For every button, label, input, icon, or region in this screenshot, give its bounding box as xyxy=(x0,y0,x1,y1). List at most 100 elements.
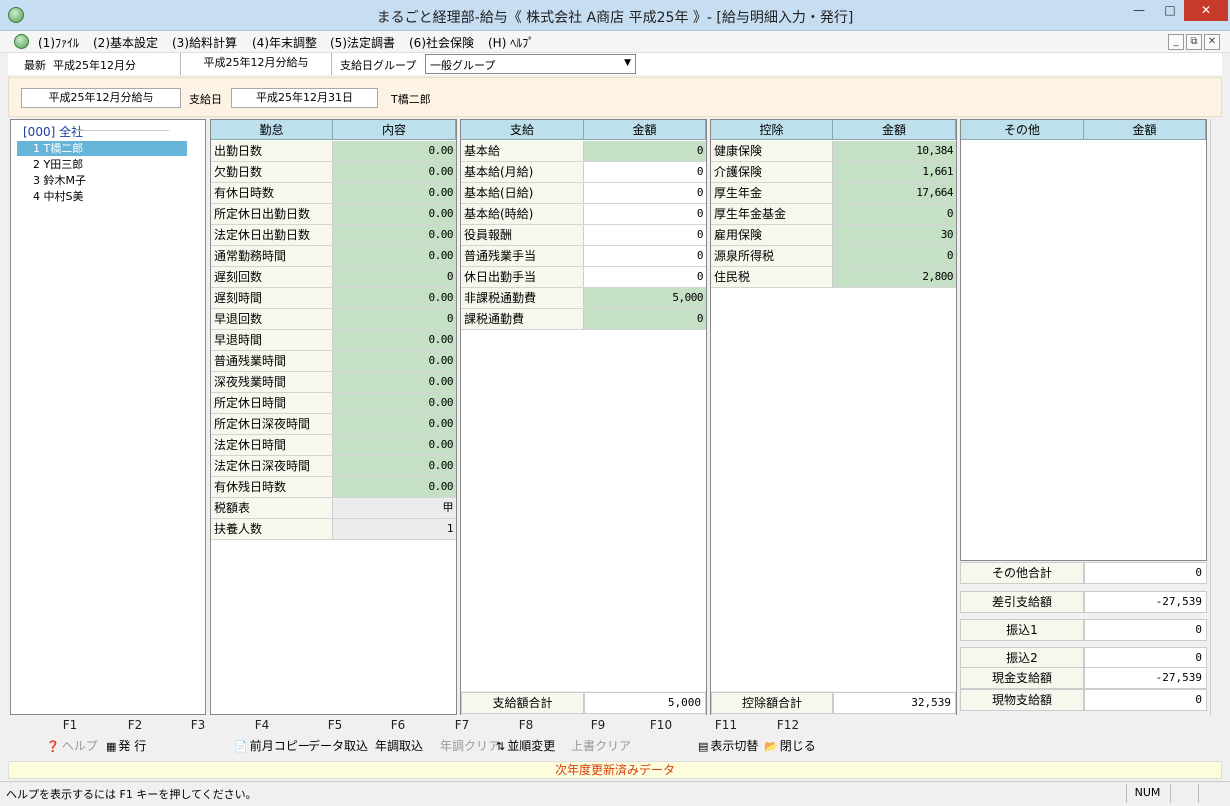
deduction-row: 健康保険 10,384 xyxy=(711,141,956,162)
attendance-label: 税額表 xyxy=(211,498,333,518)
close-button[interactable]: 📂 閉じる xyxy=(764,737,816,754)
attendance-value[interactable]: 0.00 xyxy=(333,246,456,266)
deduction-value[interactable]: 1,661 xyxy=(833,162,956,182)
payment-value[interactable]: 0 xyxy=(584,246,706,266)
close-icon[interactable]: ✕ xyxy=(1184,0,1228,21)
update-notice: 次年度更新済みデータ xyxy=(8,761,1222,779)
data-import-button[interactable]: データ取込 xyxy=(308,737,368,754)
payment-value[interactable]: 5,000 xyxy=(584,288,706,308)
attendance-value[interactable]: 0.00 xyxy=(333,477,456,497)
issue-button[interactable]: ▦ 発 行 xyxy=(106,737,146,754)
other-header: その他 xyxy=(961,120,1084,140)
tree-item-3[interactable]: 3 鈴木M子 xyxy=(17,173,86,188)
payment-total-label: 支給額合計 xyxy=(461,692,584,714)
attendance-row: 普通残業時間 0.00 xyxy=(211,351,456,372)
tree-item-2[interactable]: 2 Y田三郎 xyxy=(17,157,83,172)
function-key-bar: F1 F2 F3 F4 F5 F6 F7 F8 F9 F10 F11 F12 ❓ ヘルプ ▦ 発 行 📄 前月コピ… xyxy=(8,716,1222,758)
deduction-value[interactable]: 30 xyxy=(833,225,956,245)
attendance-value[interactable]: 0 xyxy=(333,267,456,287)
minimize-icon[interactable]: — xyxy=(1122,0,1156,21)
prev-copy-label: 前月コピー xyxy=(249,739,310,753)
menu-salary-calc[interactable]: (3)給料計算 xyxy=(172,34,237,51)
payment-label: 基本給 xyxy=(461,141,584,161)
attendance-value[interactable]: 0.00 xyxy=(333,141,456,161)
toggle-display-button[interactable]: ▤ 表示切替 xyxy=(698,737,758,754)
group-select[interactable]: 一般グループ ▼ xyxy=(425,54,636,74)
payment-value[interactable]: 0 xyxy=(584,225,706,245)
attendance-label: 扶養人数 xyxy=(211,519,333,539)
overwrite-clear-button[interactable]: 上書クリア xyxy=(571,737,631,754)
deduction-value[interactable]: 17,664 xyxy=(833,183,956,203)
payment-value[interactable]: 0 xyxy=(584,162,706,182)
menu-help[interactable]: (H) ﾍﾙﾌﾟ xyxy=(488,34,534,51)
attendance-value[interactable]: 0.00 xyxy=(333,204,456,224)
attendance-value[interactable]: 1 xyxy=(333,519,456,539)
payment-total-value: 5,000 xyxy=(584,692,706,714)
group-label: 支給日グループ xyxy=(340,59,417,72)
doc-app-icon[interactable] xyxy=(14,34,29,49)
attendance-value[interactable]: 甲 xyxy=(333,498,456,518)
other-summary: その他合計 0 差引支給額 -27,539 振込1 0 振込2 0 現金支給額 -27,539 現物… xyxy=(960,562,1207,714)
menu-legal-docs[interactable]: (5)法定調書 xyxy=(330,34,395,51)
payment-value[interactable]: 0 xyxy=(584,183,706,203)
mdi-minimize-icon[interactable]: _ xyxy=(1168,34,1184,50)
help-button[interactable]: ❓ ヘルプ xyxy=(46,737,98,754)
other-summary-value: -27,539 xyxy=(1084,667,1207,689)
attendance-label: 早退時間 xyxy=(211,330,333,350)
deduction-row: 厚生年金基金 0 xyxy=(711,204,956,225)
payment-value[interactable]: 0 xyxy=(584,267,706,287)
payment-value[interactable]: 0 xyxy=(584,309,706,329)
deduction-value[interactable]: 0 xyxy=(833,246,956,266)
payment-value[interactable]: 0 xyxy=(584,141,706,161)
attendance-value[interactable]: 0.00 xyxy=(333,456,456,476)
prev-copy-button[interactable]: 📄 前月コピー xyxy=(234,737,310,754)
attendance-value[interactable]: 0 xyxy=(333,309,456,329)
attendance-row: 出勤日数 0.00 xyxy=(211,141,456,162)
attendance-value[interactable]: 0.00 xyxy=(333,393,456,413)
attendance-row: 所定休日出勤日数 0.00 xyxy=(211,204,456,225)
fkey-f2: F2 xyxy=(127,718,143,732)
payment-label: 基本給(月給) xyxy=(461,162,584,182)
deduction-value[interactable]: 0 xyxy=(833,204,956,224)
fkey-f5: F5 xyxy=(327,718,343,732)
data-import-label: データ取込 xyxy=(308,739,369,753)
deduction-value[interactable]: 2,800 xyxy=(833,267,956,287)
deduction-value[interactable]: 10,384 xyxy=(833,141,956,161)
attendance-value[interactable]: 0.00 xyxy=(333,183,456,203)
deduction-label: 住民税 xyxy=(711,267,833,287)
year-import-button[interactable]: 年調取込 xyxy=(375,737,423,754)
attendance-value[interactable]: 0.00 xyxy=(333,435,456,455)
help-icon: ❓ xyxy=(46,740,60,753)
tree-root[interactable]: [000] 全社 xyxy=(23,123,83,140)
year-clear-button[interactable]: 年調クリア xyxy=(440,737,500,754)
reorder-button[interactable]: ⇅ 並順変更 xyxy=(496,737,555,754)
payment-row: 役員報酬 0 xyxy=(461,225,706,246)
tree-item-1[interactable]: 1 T橋二郎 xyxy=(17,141,187,156)
attendance-value[interactable]: 0.00 xyxy=(333,372,456,392)
menu-file[interactable]: (1)ﾌｧｲﾙ xyxy=(38,34,79,51)
attendance-value[interactable]: 0.00 xyxy=(333,162,456,182)
menu-social-insurance[interactable]: (6)社会保険 xyxy=(409,34,474,51)
slip-header-panel: 平成25年12月分給与 支給日 平成25年12月31日 T橋二郎 xyxy=(8,77,1222,117)
menu-basic-settings[interactable]: (2)基本設定 xyxy=(93,34,158,51)
payment-total-row: 支給額合計 5,000 xyxy=(461,691,706,715)
mdi-close-icon[interactable]: ✕ xyxy=(1204,34,1220,50)
other-summary-label: 振込2 xyxy=(960,647,1084,669)
mdi-restore-icon[interactable]: ⧉ xyxy=(1186,34,1202,50)
deduction-total-value: 32,539 xyxy=(833,692,956,714)
attendance-label: 法定休日出勤日数 xyxy=(211,225,333,245)
payment-value[interactable]: 0 xyxy=(584,204,706,224)
maximize-icon[interactable]: □ xyxy=(1156,0,1184,21)
attendance-row: 深夜残業時間 0.00 xyxy=(211,372,456,393)
scrollbar[interactable] xyxy=(1210,119,1222,715)
display-toggle-icon: ▤ xyxy=(698,740,709,753)
attendance-value[interactable]: 0.00 xyxy=(333,225,456,245)
attendance-value[interactable]: 0.00 xyxy=(333,351,456,371)
menu-year-end[interactable]: (4)年末調整 xyxy=(252,34,317,51)
attendance-value[interactable]: 0.00 xyxy=(333,288,456,308)
attendance-value[interactable]: 0.00 xyxy=(333,330,456,350)
attendance-row: 早退回数 0 xyxy=(211,309,456,330)
tree-item-4[interactable]: 4 中村S美 xyxy=(17,189,83,204)
payment-row: 普通残業手当 0 xyxy=(461,246,706,267)
attendance-value[interactable]: 0.00 xyxy=(333,414,456,434)
